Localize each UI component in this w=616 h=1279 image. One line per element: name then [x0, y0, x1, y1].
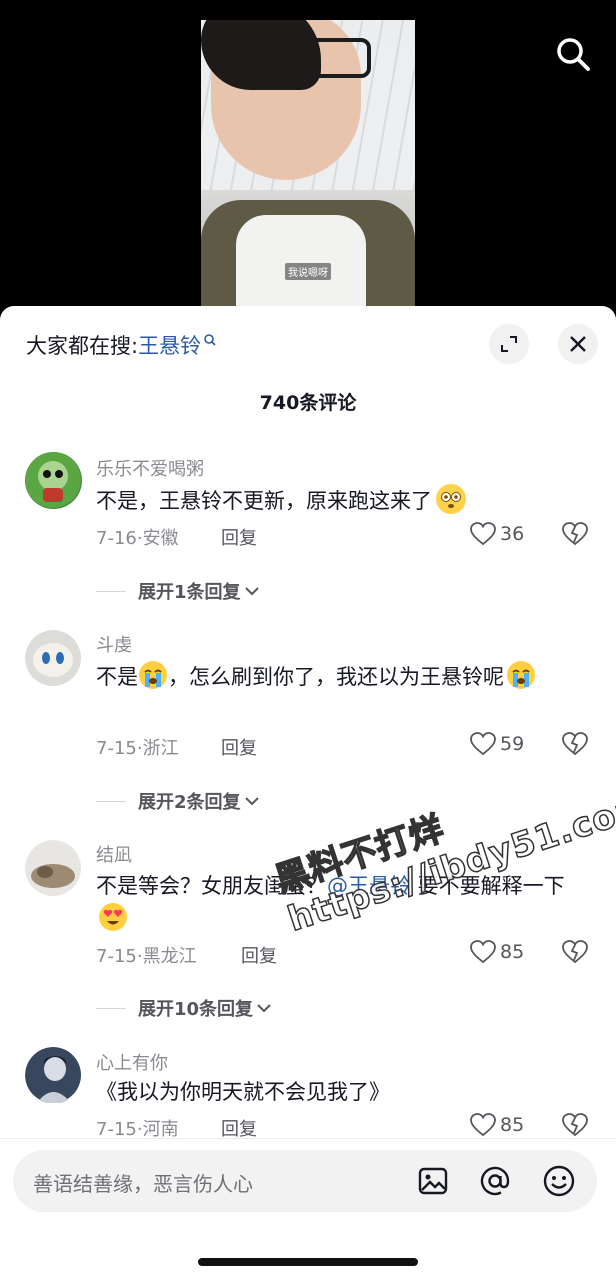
close-button[interactable] — [558, 324, 598, 364]
comment-text: 不是 ，怎么刷到你了，我还以为王悬铃呢 — [96, 660, 596, 693]
crying-emoji-icon — [506, 660, 536, 690]
like-count: 59 — [500, 733, 525, 755]
dislike-button[interactable] — [562, 1113, 588, 1141]
hot-search-keyword[interactable]: 王悬铃 — [138, 334, 201, 358]
small-search-icon — [204, 334, 216, 346]
expand-replies-button[interactable]: 展开1条回复 — [96, 578, 261, 604]
comment-username[interactable]: 乐乐不爱喝粥 — [96, 455, 204, 481]
video-area[interactable]: 我说嗯呀 — [0, 0, 616, 320]
expand-replies-label: 展开1条回复 — [138, 582, 241, 603]
reply-button[interactable]: 回复 — [241, 942, 277, 968]
divider-line — [96, 590, 126, 592]
image-button[interactable] — [415, 1163, 451, 1199]
expand-replies-label: 展开10条回复 — [138, 999, 254, 1020]
comment-username[interactable]: 斗虔 — [96, 631, 132, 657]
comment-username[interactable]: 结凪 — [96, 841, 132, 867]
avatar-image — [25, 840, 81, 896]
comment-input-placeholder[interactable]: 善语结善缘，恶言伤人心 — [33, 1168, 253, 1197]
dislike-icon — [562, 940, 588, 964]
emoji-button[interactable] — [541, 1163, 577, 1199]
chevron-down-icon — [257, 1004, 271, 1013]
avatar[interactable] — [25, 452, 82, 509]
close-icon — [570, 336, 586, 352]
like-count: 36 — [500, 523, 525, 545]
like-button[interactable]: 36 — [470, 522, 524, 546]
hot-search-prefix: 大家都在搜: — [26, 334, 139, 358]
avatar-image — [25, 452, 81, 508]
avatar[interactable] — [25, 1047, 82, 1104]
heart-icon — [470, 1113, 496, 1137]
comment-count: 740条评论 — [259, 392, 357, 414]
crying-emoji-icon — [138, 660, 168, 690]
heart-eyes-emoji-icon — [98, 902, 128, 932]
chevron-down-icon — [244, 587, 259, 596]
comment-date-location: 7-15·黑龙江 — [96, 946, 197, 967]
avatar[interactable] — [25, 630, 82, 687]
at-icon — [480, 1166, 510, 1196]
hot-search[interactable]: 大家都在搜:王悬铃 — [26, 330, 217, 360]
like-button[interactable]: 85 — [470, 940, 524, 964]
home-indicator[interactable] — [198, 1258, 418, 1266]
divider-line — [96, 1007, 126, 1009]
divider-line — [96, 800, 126, 802]
dislike-icon — [562, 1113, 588, 1137]
dislike-button[interactable] — [562, 940, 588, 968]
comment-username[interactable]: 心上有你 — [96, 1049, 168, 1075]
like-button[interactable]: 85 — [470, 1113, 524, 1137]
image-icon — [418, 1167, 448, 1195]
expand-replies-button[interactable]: 展开2条回复 — [96, 788, 261, 814]
video-frame[interactable]: 我说嗯呀 — [201, 20, 415, 320]
search-button[interactable] — [553, 34, 593, 74]
expand-replies-label: 展开2条回复 — [138, 792, 241, 813]
heart-icon — [470, 940, 496, 964]
comment-date-location: 7-16·安徽 — [96, 528, 179, 549]
chevron-down-icon — [244, 797, 259, 806]
emoji-icon — [543, 1165, 575, 1197]
video-subtitle: 我说嗯呀 — [285, 263, 331, 280]
heart-icon — [470, 522, 496, 546]
video-glasses — [301, 38, 371, 78]
comment-text-part: ，怎么刷到你了，我还以为王悬铃呢 — [168, 665, 504, 689]
smile-emoji-icon — [436, 484, 466, 514]
like-count: 85 — [500, 941, 525, 963]
expand-icon — [501, 336, 517, 352]
dislike-button[interactable] — [562, 522, 588, 550]
comment-text-body: 不是，王悬铃不更新，原来跑这来了 — [96, 489, 432, 513]
dislike-icon — [562, 522, 588, 546]
like-count: 85 — [500, 1114, 525, 1136]
heart-icon — [470, 732, 496, 756]
comment-text: 《我以为你明天就不会见我了》 — [96, 1080, 390, 1104]
expand-button[interactable] — [489, 324, 529, 364]
mention-button[interactable] — [477, 1163, 513, 1199]
expand-replies-button[interactable]: 展开10条回复 — [96, 995, 273, 1021]
input-divider — [0, 1138, 616, 1139]
reply-button[interactable]: 回复 — [221, 524, 257, 550]
avatar[interactable] — [25, 840, 82, 897]
search-icon — [557, 38, 590, 71]
like-button[interactable]: 59 — [470, 732, 524, 756]
avatar-image — [25, 1047, 81, 1103]
avatar-image — [25, 630, 81, 686]
reply-button[interactable]: 回复 — [221, 734, 257, 760]
comment-text: 不是，王悬铃不更新，原来跑这来了 — [96, 484, 596, 517]
comment-input-bar[interactable]: 善语结善缘，恶言伤人心 — [13, 1150, 597, 1212]
comment-date-location: 7-15·浙江 — [96, 738, 179, 759]
comment-text-part: 不是 — [96, 665, 138, 689]
